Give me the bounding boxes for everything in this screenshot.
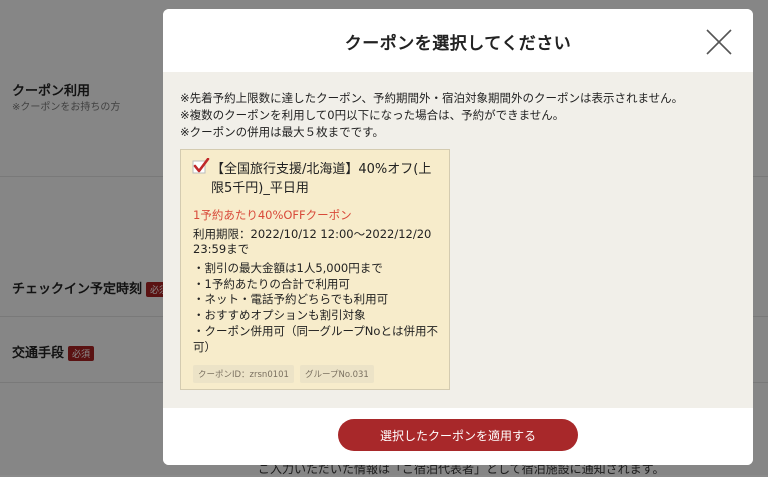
checkmark-icon[interactable] [192,158,210,176]
note-line: ※複数のクーポンを利用して0円以下になった場合は、予約ができません。 [180,108,565,122]
coupon-modal: クーポンを選択してください ※先着予約上限数に達したクーポン、予約期間外・宿泊対… [163,9,753,465]
coupon-period: 利用期限：2022/10/12 12:00〜2022/12/20 23:59まで [193,227,432,256]
note-line: ※クーポンの併用は最大５枚までです。 [180,125,384,139]
group-no-tag: グループNo.031 [299,365,374,383]
coupon-discount-label: 1予約あたり40%OFFクーポン [193,208,352,222]
feature-item: ・クーポン併用可（同一グループNoとは併用不可） [193,323,438,354]
coupon-card[interactable]: 【全国旅行支援/北海道】40%オフ(上限5千円)_平日用 1予約あたり40%OF… [180,149,450,390]
modal-header: クーポンを選択してください [163,9,753,72]
coupon-title: 【全国旅行支援/北海道】40%オフ(上限5千円)_平日用 [211,162,432,196]
feature-item: ・ネット・電話予約どちらでも利用可 [193,292,389,307]
coupon-features: ・割引の最大金額は1人5,000円まで ・1予約あたりの合計で利用可 ・ネット・… [193,261,445,355]
coupon-tags: クーポンID：zrsn0101 グループNo.031 [193,362,380,383]
feature-item: ・おすすめオプションも割引対象 [193,308,366,323]
feature-item: ・1予約あたりの合計で利用可 [193,276,350,291]
note-line: ※先着予約上限数に達したクーポン、予約期間外・宿泊対象期間外のクーポンは表示され… [180,91,684,105]
close-button[interactable] [705,28,733,56]
notes: ※先着予約上限数に達したクーポン、予約期間外・宿泊対象期間外のクーポンは表示され… [180,90,740,141]
coupon-id-tag: クーポンID：zrsn0101 [193,365,294,383]
modal-title: クーポンを選択してください [344,34,572,54]
modal-footer: 選択したクーポンを適用する [163,408,753,465]
close-x-icon [706,29,732,55]
feature-item: ・割引の最大金額は1人5,000円まで [193,261,383,275]
apply-coupon-button[interactable]: 選択したクーポンを適用する [338,419,578,451]
